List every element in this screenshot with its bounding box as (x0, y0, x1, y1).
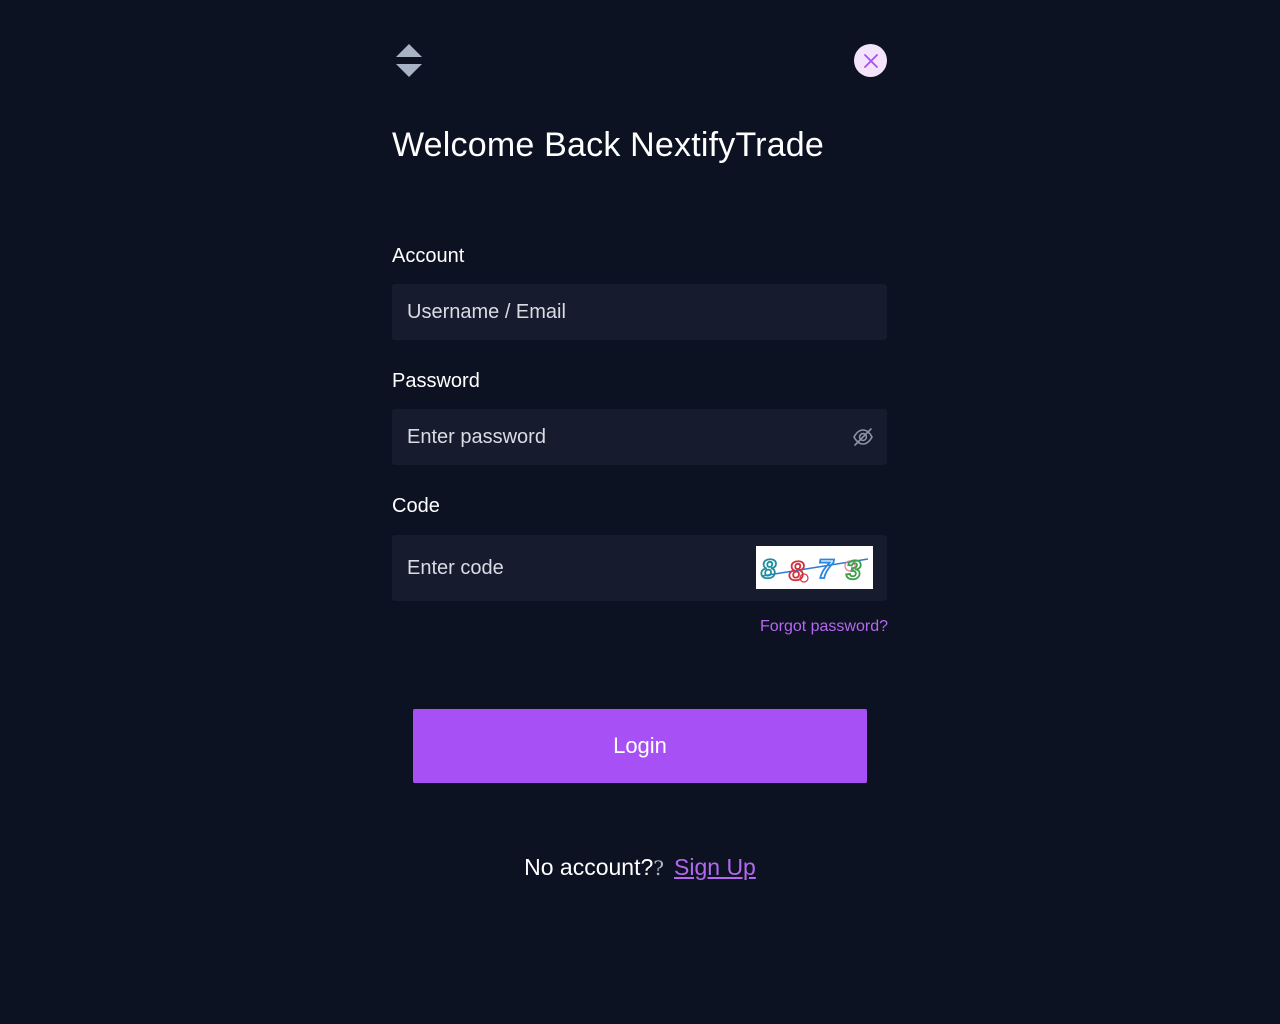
login-modal: Welcome Back NextifyTrade Account Passwo… (392, 0, 888, 1024)
password-input[interactable] (392, 409, 887, 465)
password-label: Password (392, 370, 480, 392)
question-glyph-icon: ? (653, 856, 665, 880)
close-button[interactable] (854, 44, 887, 77)
code-field: 8 8 7 3 (392, 535, 887, 601)
double-triangle-logo-icon (396, 44, 422, 77)
account-input[interactable] (392, 284, 887, 340)
eye-off-icon[interactable] (852, 427, 874, 447)
captcha-digit: 8 (789, 556, 804, 586)
account-label: Account (392, 245, 465, 267)
captcha-image[interactable]: 8 8 7 3 (756, 546, 873, 589)
forgot-password-link[interactable]: Forgot password? (760, 618, 888, 636)
login-button[interactable]: Login (413, 709, 867, 783)
close-icon (863, 53, 878, 68)
code-label: Code (392, 495, 440, 517)
signup-row: No account?? Sign Up (392, 854, 888, 881)
password-field (392, 409, 887, 465)
captcha-digit: 7 (818, 554, 835, 584)
captcha-graphic: 8 8 7 3 (760, 553, 869, 587)
signup-prompt: No account? (524, 854, 654, 880)
page-title: Welcome Back NextifyTrade (392, 126, 825, 164)
sign-up-link[interactable]: Sign Up (674, 854, 756, 880)
captcha-digit: 3 (846, 555, 861, 585)
captcha-digit: 8 (761, 554, 776, 584)
account-field (392, 284, 887, 340)
